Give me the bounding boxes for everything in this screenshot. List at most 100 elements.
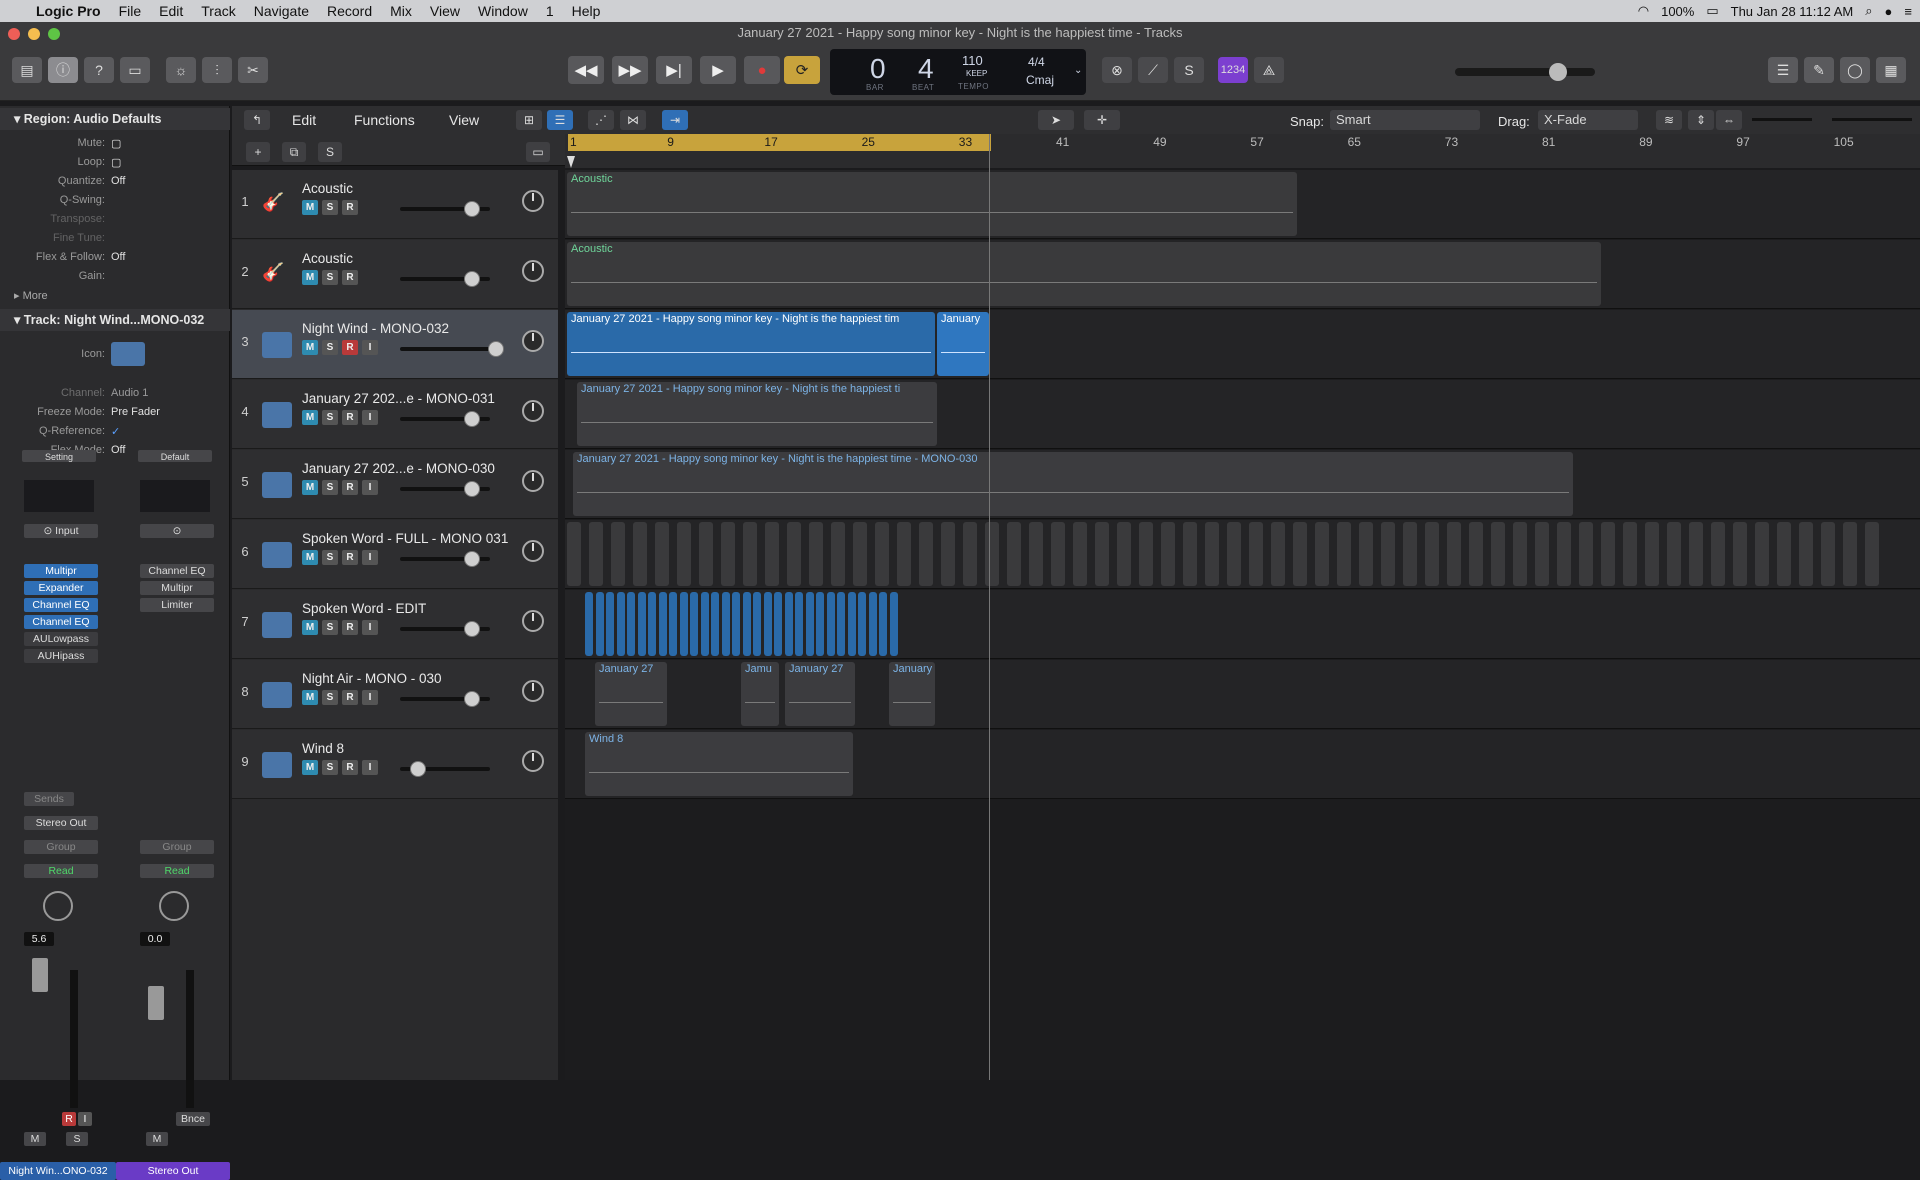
waveform-icon[interactable] [262, 402, 292, 428]
region[interactable] [721, 592, 730, 656]
plugin-slot[interactable]: Channel EQ [140, 564, 214, 578]
region[interactable] [1337, 522, 1351, 586]
mute-button[interactable]: M [302, 760, 318, 775]
search-icon[interactable]: ⌕ [1865, 3, 1872, 19]
input-monitor-button[interactable]: I [362, 550, 378, 565]
track-name[interactable]: Acoustic [302, 251, 353, 266]
region[interactable] [847, 592, 856, 656]
solo-button[interactable]: S [322, 270, 338, 285]
tracks-view-icon[interactable]: ☰ [547, 110, 573, 130]
volume-readout[interactable]: 5.6 [24, 932, 54, 946]
region[interactable] [669, 592, 677, 656]
grid-icon[interactable]: ⊞ [516, 110, 542, 130]
group-button[interactable]: Group [140, 840, 214, 854]
mute-button[interactable]: M [302, 410, 318, 425]
region-row-finetune[interactable]: Fine Tune: [0, 232, 230, 249]
disclosure-triangle-icon[interactable]: ▾ [14, 313, 20, 327]
region[interactable] [1667, 522, 1681, 586]
waveform-icon[interactable] [111, 342, 145, 366]
close-window-button[interactable] [8, 28, 20, 40]
region[interactable] [677, 522, 691, 586]
region[interactable]: Jamu [741, 662, 779, 726]
wifi-icon[interactable]: ◠ [1638, 3, 1649, 19]
region[interactable] [1711, 522, 1725, 586]
region[interactable] [1161, 522, 1175, 586]
volume-slider[interactable] [400, 551, 490, 567]
global-solo-button[interactable]: S [318, 142, 342, 162]
track-row-freeze[interactable]: Freeze Mode: Pre Fader [0, 406, 230, 423]
region[interactable] [787, 522, 801, 586]
mute-button[interactable]: M [302, 340, 318, 355]
fast-forward-button[interactable]: ▶▶ [612, 56, 648, 84]
pan-knob[interactable] [43, 891, 73, 921]
input-monitor-button[interactable]: I [362, 620, 378, 635]
eq-thumbnail[interactable] [140, 480, 210, 512]
region[interactable] [627, 592, 635, 656]
input-monitor-button[interactable]: I [78, 1112, 92, 1126]
pan-knob[interactable] [522, 330, 544, 352]
track-header-9[interactable]: 9 Wind 8 MSRI [232, 730, 558, 799]
menu-1[interactable]: 1 [537, 0, 563, 22]
functions-menu[interactable]: Functions [354, 112, 415, 128]
region[interactable] [784, 592, 793, 656]
loop-browser-icon[interactable]: ◯ [1840, 57, 1870, 83]
cycle-region[interactable] [568, 134, 991, 151]
plugin-slot[interactable]: AUHipass [24, 649, 98, 663]
waveform-icon[interactable] [262, 472, 292, 498]
replace-icon[interactable]: ⊗ [1102, 57, 1132, 83]
track-name[interactable]: Night Air - MONO - 030 [302, 671, 442, 686]
region[interactable] [795, 592, 803, 656]
volume-fader[interactable] [32, 958, 48, 992]
group-button[interactable]: Group [24, 840, 98, 854]
battery-icon[interactable]: ▭ [1706, 3, 1718, 19]
smart-controls-icon[interactable]: ☼ [166, 57, 196, 83]
setting-button[interactable]: Default [138, 450, 212, 462]
region[interactable] [1095, 522, 1109, 586]
view-menu[interactable]: View [449, 112, 479, 128]
mixer-icon[interactable]: ⫶ [202, 57, 232, 83]
region[interactable] [1425, 522, 1439, 586]
region-row-loop[interactable]: Loop: ▢ [0, 156, 230, 173]
region[interactable] [1579, 522, 1593, 586]
playhead[interactable] [989, 134, 990, 1080]
track-row-icon[interactable]: Icon: [0, 342, 230, 366]
region[interactable] [1557, 522, 1571, 586]
pan-knob[interactable] [522, 680, 544, 702]
region-row-mute[interactable]: Mute: ▢ [0, 137, 230, 154]
region-row-quantize[interactable]: Quantize: Off [0, 175, 230, 192]
go-to-end-button[interactable]: ▶| [656, 56, 692, 84]
region[interactable] [1029, 522, 1043, 586]
region[interactable]: January 27 2021 - Happy song minor key -… [577, 382, 937, 446]
link-icon[interactable]: ⊙ [140, 524, 214, 538]
region[interactable] [1381, 522, 1395, 586]
volume-slider[interactable] [400, 341, 504, 357]
menu-file[interactable]: File [110, 0, 151, 22]
volume-slider-knob[interactable] [464, 481, 480, 497]
volume-fader[interactable] [148, 986, 164, 1020]
record-enable-button[interactable]: R [342, 200, 358, 215]
edit-menu[interactable]: Edit [292, 112, 316, 128]
waveform-zoom-icon[interactable]: ≋ [1656, 110, 1682, 130]
browser-icon[interactable]: ▦ [1876, 57, 1906, 83]
menu-track[interactable]: Track [192, 0, 244, 22]
region[interactable] [1821, 522, 1835, 586]
region[interactable] [1007, 522, 1021, 586]
collapse-icon[interactable]: ▭ [526, 142, 550, 162]
solo-button[interactable]: S [322, 760, 338, 775]
eq-thumbnail[interactable] [24, 480, 94, 512]
region[interactable] [616, 592, 625, 656]
region[interactable] [699, 522, 713, 586]
track-name[interactable]: Wind 8 [302, 741, 344, 756]
strip-mute-button[interactable]: M [146, 1132, 168, 1146]
region[interactable] [753, 592, 761, 656]
menu-edit[interactable]: Edit [150, 0, 192, 22]
region[interactable] [858, 592, 866, 656]
solo-button[interactable]: S [322, 340, 338, 355]
region-row-qswing[interactable]: Q-Swing: [0, 194, 230, 211]
region[interactable] [1843, 522, 1857, 586]
region[interactable] [595, 592, 604, 656]
track-name[interactable]: January 27 202...e - MONO-030 [302, 461, 495, 476]
volume-slider[interactable] [400, 761, 490, 777]
solo-button[interactable]: S [322, 690, 338, 705]
mute-button[interactable]: M [302, 690, 318, 705]
